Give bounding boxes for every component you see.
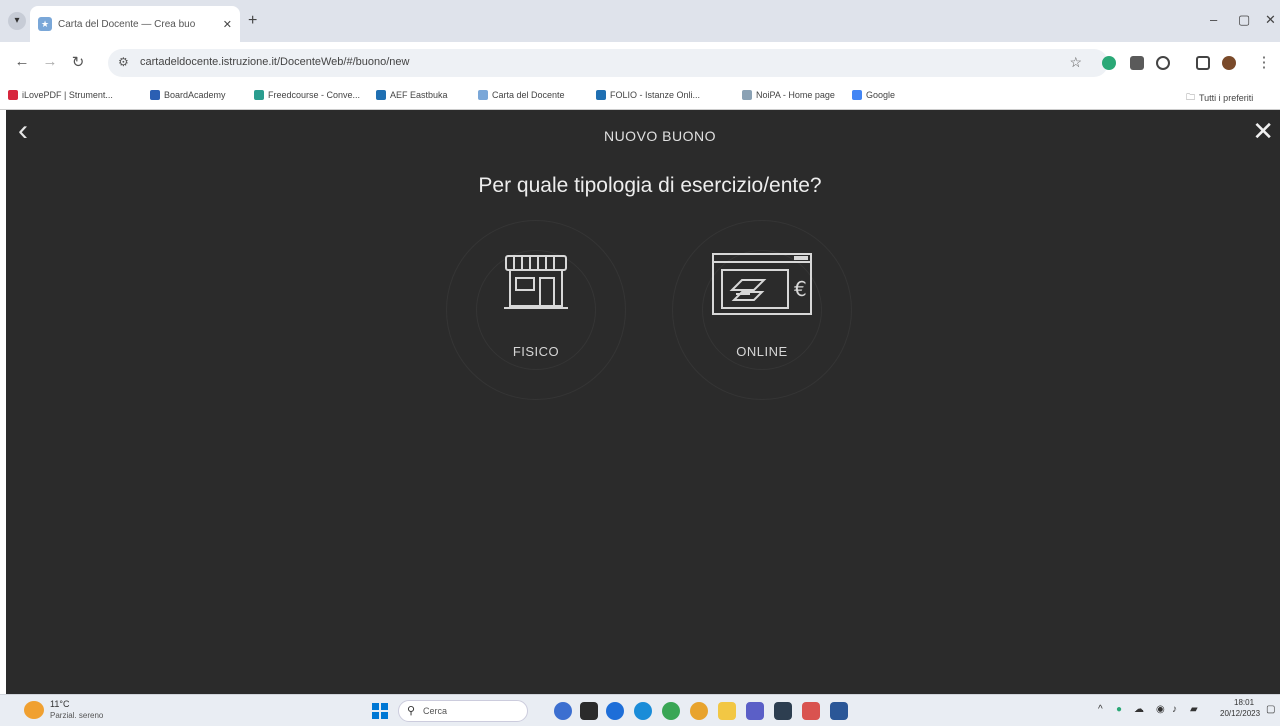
acrobat-icon[interactable]	[802, 702, 820, 720]
option-fisico[interactable]: FISICO	[436, 220, 636, 400]
volume-icon[interactable]: ♪	[1172, 704, 1177, 715]
option-label: ONLINE	[736, 344, 788, 359]
tray-green-icon[interactable]: ●	[1116, 704, 1122, 715]
file-explorer-icon[interactable]	[718, 702, 736, 720]
extension-circle-icon[interactable]	[1156, 56, 1170, 70]
search-icon: ⚲	[407, 705, 416, 717]
bookmark-item[interactable]: Google	[852, 90, 895, 100]
start-icon[interactable]	[372, 703, 388, 719]
forward-arrow-icon[interactable]: →	[40, 53, 60, 70]
extension-green-icon[interactable]	[1102, 56, 1116, 70]
tab-close-icon[interactable]: ✕	[223, 18, 232, 31]
close-icon[interactable]: ✕	[1252, 118, 1274, 144]
clock-time[interactable]: 18:01	[1234, 698, 1254, 707]
weather-temp[interactable]: 11°C	[50, 699, 69, 709]
bookmark-icon	[742, 90, 752, 100]
bookmark-item[interactable]: NoiPA - Home page	[742, 90, 835, 100]
option-label: FISICO	[512, 344, 560, 359]
bookmark-icon	[376, 90, 386, 100]
tab-bar: ▾ ★ Carta del Docente — Crea buo ✕ + – ▢…	[0, 0, 1280, 42]
page-title: NUOVO BUONO	[603, 128, 717, 144]
wifi-icon[interactable]: ◉	[1156, 704, 1165, 715]
browser-toolbar: ← → ↻ ⚙ cartadeldocente.istruzione.it/Do…	[0, 42, 1280, 84]
windows-taskbar: 11°C Parzial. sereno ⚲ Cerca ^ ● ☁ ◉ ♪ ▰…	[0, 694, 1280, 726]
bookmarks-bar: iLovePDF | Strument... BoardAcademy Free…	[0, 84, 1280, 110]
question-heading: Per quale tipologia di esercizio/ente?	[478, 174, 822, 197]
bookmark-icon	[254, 90, 264, 100]
site-info-icon[interactable]: ⚙	[118, 55, 129, 69]
bookmark-icon	[150, 90, 160, 100]
folder-icon: 🗀	[1186, 92, 1196, 102]
online-payment-icon: €	[712, 253, 812, 315]
bookmark-icon	[596, 90, 606, 100]
svg-text:€: €	[794, 277, 807, 301]
weather-icon[interactable]	[24, 701, 44, 719]
option-online[interactable]: € ONLINE	[662, 220, 862, 400]
task-view-icon[interactable]	[580, 702, 598, 720]
tab-title: Carta del Docente — Crea buo	[58, 18, 196, 30]
minimize-icon[interactable]: –	[1210, 12, 1217, 27]
reload-icon[interactable]: ↻	[68, 53, 88, 71]
battery-icon[interactable]: ▰	[1190, 704, 1198, 715]
teams-icon[interactable]	[746, 702, 764, 720]
avatar[interactable]	[1222, 56, 1236, 70]
tray-chevron-icon[interactable]: ^	[1098, 704, 1103, 715]
bookmark-item[interactable]: BoardAcademy	[150, 90, 226, 100]
chrome-icon[interactable]	[690, 702, 708, 720]
bookmark-item[interactable]: iLovePDF | Strument...	[8, 90, 113, 100]
tab-search-icon[interactable]: ▾	[8, 12, 26, 30]
address-bar[interactable]: ⚙ cartadeldocente.istruzione.it/DocenteW…	[108, 49, 1108, 77]
back-arrow-icon[interactable]: ←	[12, 53, 32, 70]
copilot-icon[interactable]	[554, 702, 572, 720]
shop-icon	[504, 255, 568, 309]
notification-icon[interactable]: ▢	[1266, 704, 1275, 715]
search-placeholder: Cerca	[423, 706, 448, 716]
taskbar-search[interactable]: ⚲ Cerca	[398, 700, 528, 722]
store-icon[interactable]	[774, 702, 792, 720]
bookmark-icon	[852, 90, 862, 100]
bookmark-item[interactable]: Freedcourse - Conve...	[254, 90, 360, 100]
carta-docente-favicon-icon: ★	[38, 17, 52, 31]
extension-puzzle-icon[interactable]	[1130, 56, 1144, 70]
bookmark-item[interactable]: FOLIO - Istanze Onli...	[596, 90, 700, 100]
maximize-icon[interactable]: ▢	[1238, 12, 1250, 28]
new-tab-icon[interactable]: +	[248, 12, 257, 30]
clock-date[interactable]: 20/12/2023	[1220, 709, 1260, 718]
menu-dots-icon[interactable]: ⋮	[1254, 53, 1274, 71]
side-panel-icon[interactable]	[1196, 56, 1210, 70]
bookmark-star-icon[interactable]: ☆	[1069, 54, 1082, 71]
word-icon[interactable]	[830, 702, 848, 720]
tray-cloud-icon[interactable]: ☁	[1134, 704, 1144, 715]
bookmark-icon	[478, 90, 488, 100]
bookmark-item[interactable]: Carta del Docente	[478, 90, 565, 100]
edge-icon[interactable]	[634, 702, 652, 720]
page-content: ‹ NUOVO BUONO ✕ Per quale tipologia di e…	[0, 110, 1280, 694]
all-bookmarks-folder[interactable]: 🗀 Tutti i preferiti	[1186, 90, 1253, 106]
bookmark-item[interactable]: AEF Eastbuka	[376, 90, 448, 100]
edge-beta-icon[interactable]	[662, 702, 680, 720]
browser-tab[interactable]: ★ Carta del Docente — Crea buo ✕	[30, 6, 240, 42]
close-window-icon[interactable]: ✕	[1265, 12, 1276, 28]
weather-desc[interactable]: Parzial. sereno	[50, 711, 103, 720]
chat-icon[interactable]	[606, 702, 624, 720]
bookmark-icon	[8, 90, 18, 100]
url-text[interactable]: cartadeldocente.istruzione.it/DocenteWeb…	[140, 56, 409, 68]
